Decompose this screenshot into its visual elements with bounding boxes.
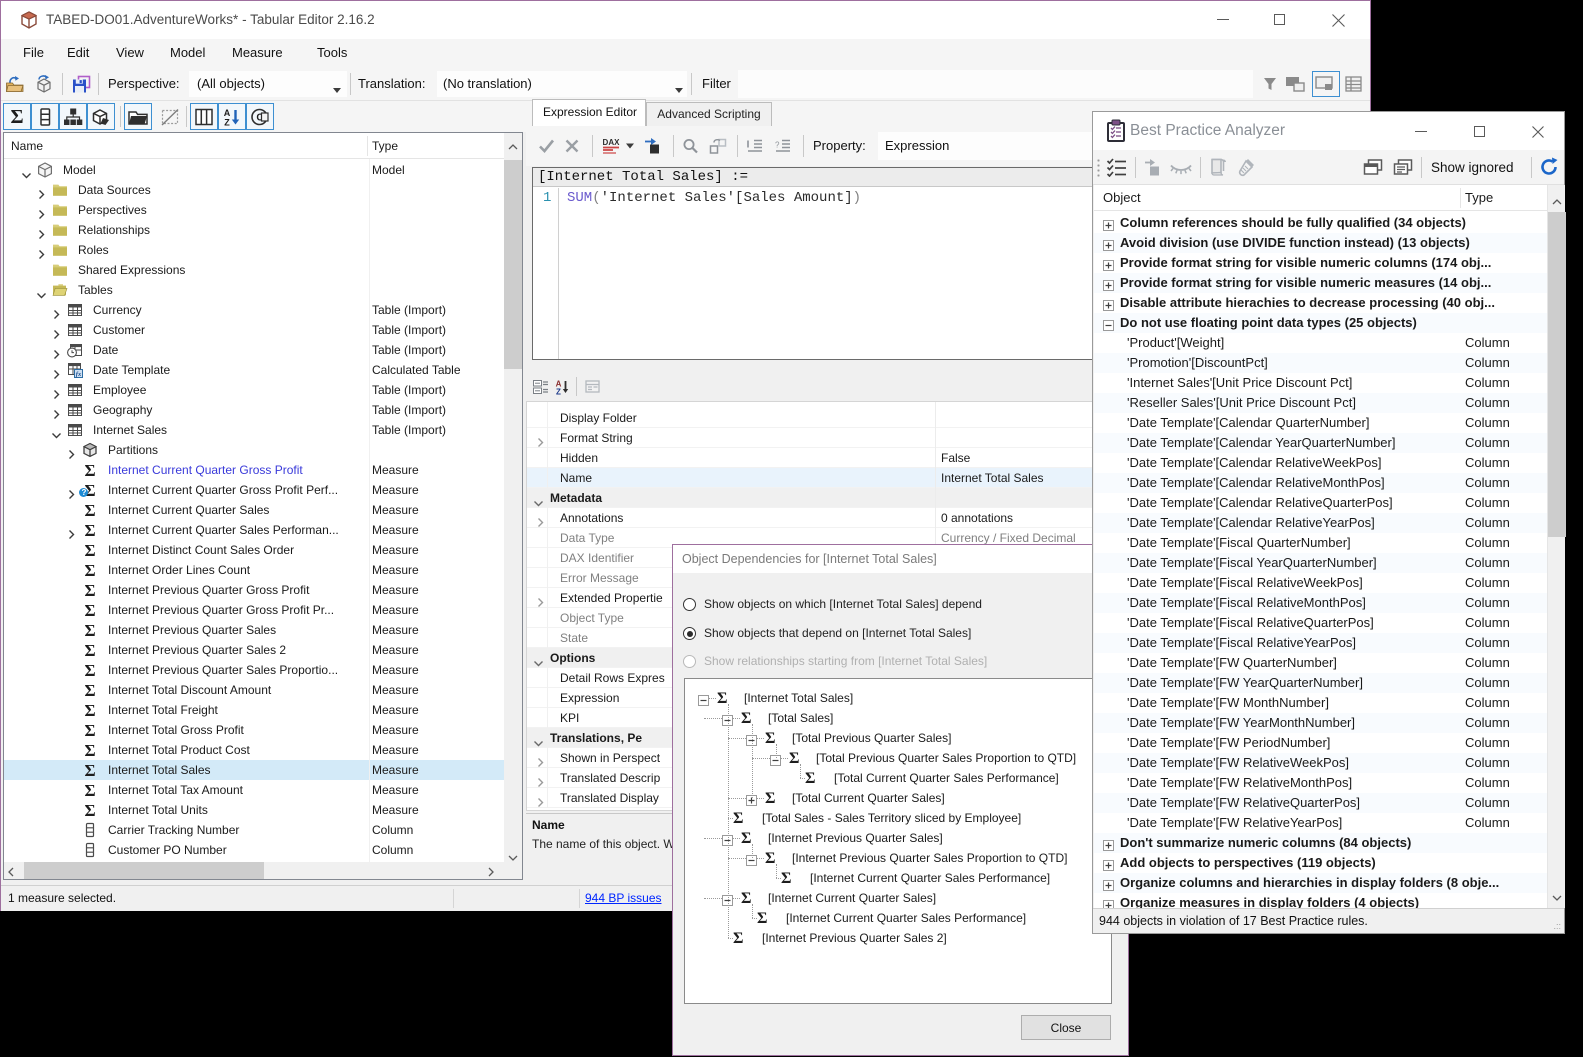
svg-text:DAX: DAX <box>603 138 621 147</box>
svg-text:?: ? <box>775 141 780 150</box>
svg-text:Z: Z <box>224 117 230 127</box>
svg-text:fx: fx <box>76 371 82 378</box>
svg-text:Z: Z <box>556 387 561 395</box>
svg-text:A: A <box>224 108 231 118</box>
